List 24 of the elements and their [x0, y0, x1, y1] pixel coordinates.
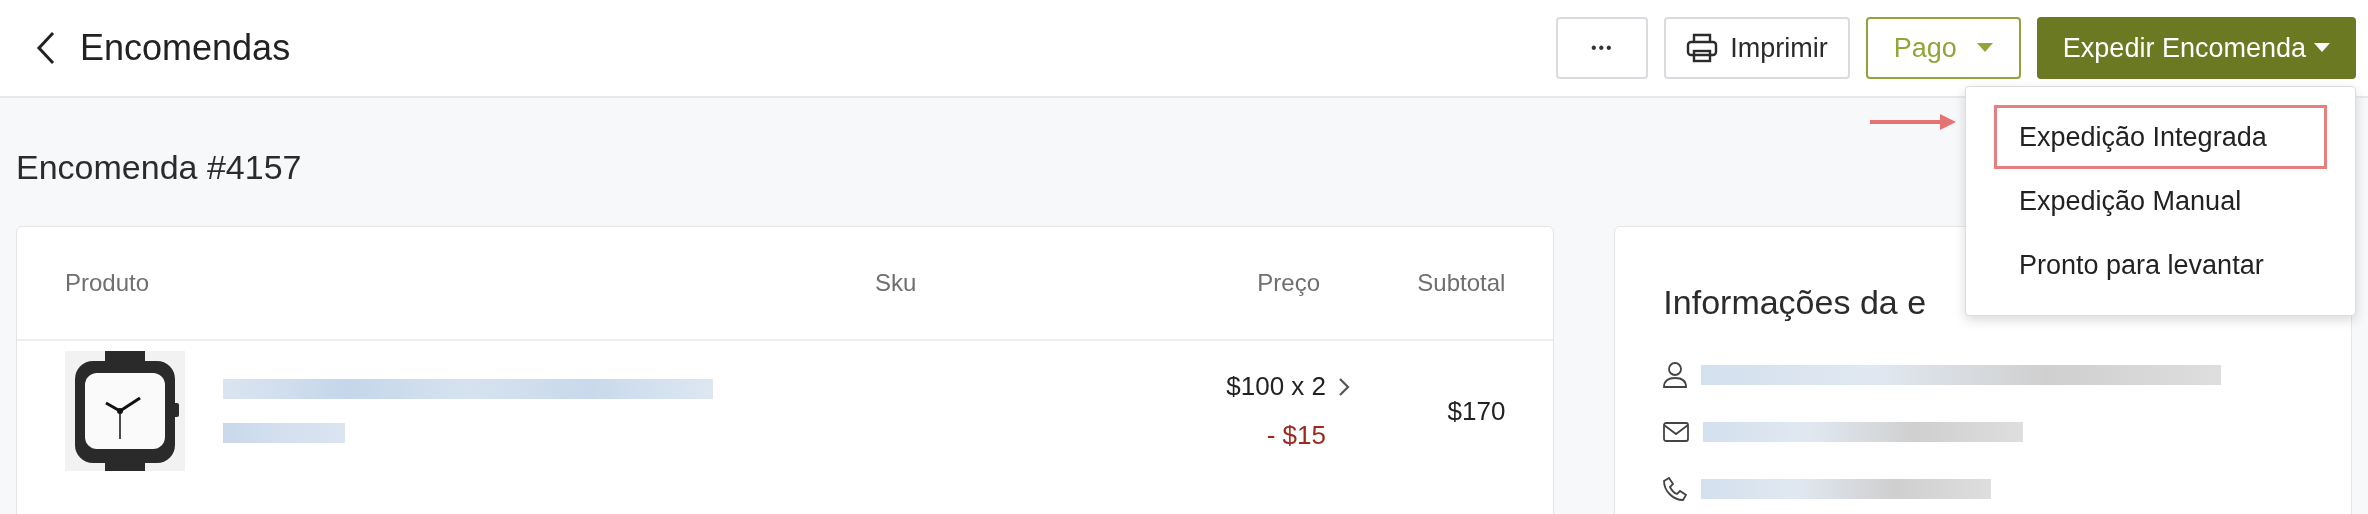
discount-amount: - $15	[1266, 419, 1326, 452]
column-header: Sku	[875, 268, 918, 298]
chevron-right-icon[interactable]	[1338, 376, 1350, 397]
menu-item[interactable]: Expedição Manual	[1994, 169, 2327, 233]
unit-price: $100 x 2	[1226, 370, 1326, 403]
print-button[interactable]: Imprimir	[1664, 17, 1850, 79]
back-chevron-icon[interactable]	[36, 31, 56, 65]
column-header: Subtotal	[1416, 268, 1506, 298]
envelope-icon	[1663, 421, 1690, 442]
order-title: Encomenda #4157	[16, 147, 302, 188]
column-header: Produto	[65, 268, 151, 298]
caret-icon	[1976, 43, 1993, 53]
page-header-title: Encomendas	[80, 26, 291, 70]
menu-item[interactable]: Pronto para levantar	[1994, 233, 2327, 297]
printer-icon	[1686, 33, 1719, 63]
row-subtotal: $170	[1446, 394, 1506, 428]
column-header: Preço	[1256, 268, 1320, 298]
person-icon	[1663, 361, 1688, 388]
menu-item[interactable]: Expedição Integrada	[1994, 105, 2327, 169]
phone-icon	[1663, 476, 1688, 501]
caret-icon	[2314, 43, 2330, 53]
more-button[interactable]: •••	[1556, 17, 1649, 79]
card-title: Informações da e	[1663, 282, 1928, 323]
ship-order-button[interactable]: Expedir Encomenda	[2036, 17, 2356, 79]
